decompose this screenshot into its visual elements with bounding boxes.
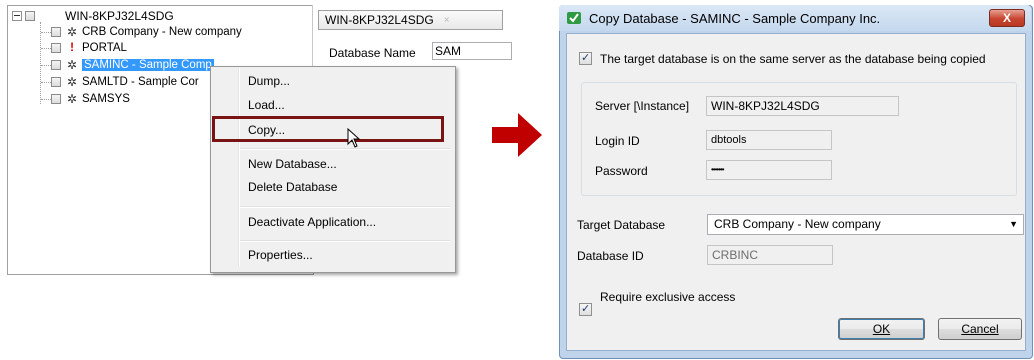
gear-icon: ✲: [66, 92, 78, 106]
login-label: Login ID: [595, 134, 640, 148]
tree-branch-line: [41, 64, 51, 66]
tree-branch-line: [41, 31, 51, 33]
tree-branch-line: [41, 81, 51, 83]
tree-item-samltd[interactable]: ✲ SAMLTD - Sample Cor: [41, 75, 199, 89]
tree-item-checkbox[interactable]: [51, 43, 61, 53]
tree-root-checkbox[interactable]: [25, 11, 35, 21]
chevron-down-icon[interactable]: ▼: [1009, 215, 1018, 234]
database-name-field[interactable]: SAM: [432, 42, 512, 60]
tab-server-label: WIN-8KPJ32L4SDG: [325, 13, 434, 27]
ok-button[interactable]: OK: [838, 318, 925, 340]
cancel-button[interactable]: Cancel: [938, 318, 1022, 340]
server-label: Server [\Instance]: [595, 99, 690, 113]
tree-item-checkbox[interactable]: [51, 94, 61, 104]
menu-item-load[interactable]: Load...: [248, 98, 285, 112]
menu-separator: [240, 206, 450, 208]
tree-item-saminc[interactable]: ✲ SAMINC - Sample Comp: [41, 58, 214, 72]
password-field[interactable]: •••••••: [706, 160, 832, 180]
menu-item-dump[interactable]: Dump...: [248, 74, 290, 88]
menu-item-properties[interactable]: Properties...: [248, 248, 313, 262]
tree-root-label: WIN-8KPJ32L4SDG: [65, 9, 174, 23]
target-database-value: CRB Company - New company: [714, 217, 881, 231]
tree-item-portal[interactable]: ! PORTAL: [41, 41, 127, 55]
database-name-label: Database Name: [329, 46, 416, 60]
mouse-pointer-icon: [347, 128, 361, 148]
tree-item-label: CRB Company - New company: [82, 26, 242, 38]
menu-item-deactivate[interactable]: Deactivate Application...: [248, 215, 376, 229]
dialog-title: Copy Database - SAMINC - Sample Company …: [589, 11, 881, 26]
app-logo-icon: [567, 12, 581, 24]
tree-item-label: PORTAL: [82, 42, 127, 54]
tree-item-label: SAMLTD - Sample Cor: [82, 76, 199, 88]
tree-item-crb[interactable]: ✲ CRB Company - New company: [41, 25, 242, 39]
copy-highlight-frame: [212, 116, 444, 142]
exclusive-access-label: Require exclusive access: [600, 290, 736, 304]
login-field[interactable]: dbtools: [706, 130, 832, 150]
tree-item-label: SAMINC - Sample Comp: [82, 59, 214, 71]
same-server-label: The target database is on the same serve…: [600, 52, 986, 66]
exclamation-icon: !: [70, 42, 74, 54]
same-server-checkbox[interactable]: [579, 51, 592, 65]
tree-item-samsys[interactable]: ✲ SAMSYS: [41, 92, 130, 106]
server-field[interactable]: WIN-8KPJ32L4SDG: [706, 96, 899, 116]
target-database-dropdown[interactable]: CRB Company - New company ▼: [707, 214, 1024, 235]
database-id-label: Database ID: [577, 249, 644, 263]
menu-item-delete-database[interactable]: Delete Database: [248, 180, 337, 194]
menu-item-new-database[interactable]: New Database...: [248, 157, 337, 171]
close-button[interactable]: X: [989, 9, 1025, 27]
right-arrow-icon: [492, 113, 542, 157]
gear-icon: ✲: [66, 75, 78, 89]
cancel-button-label: Cancel: [961, 322, 999, 336]
target-database-label: Target Database: [577, 218, 666, 232]
close-icon[interactable]: ×: [444, 15, 450, 26]
gear-icon: ✲: [66, 25, 78, 39]
menu-separator: [240, 240, 450, 242]
exclusive-access-checkbox[interactable]: [579, 302, 592, 316]
menu-separator: [240, 148, 450, 150]
tree-item-label: SAMSYS: [82, 93, 130, 105]
menu-gutter: [238, 68, 240, 267]
ok-button-label: OK: [872, 322, 891, 336]
tree-item-checkbox[interactable]: [51, 60, 61, 70]
tree-branch-line: [41, 47, 51, 49]
gear-icon: ✲: [66, 58, 78, 72]
password-label: Password: [595, 164, 648, 178]
tree-branch-line: [41, 98, 51, 100]
tab-server[interactable]: WIN-8KPJ32L4SDG ×: [318, 10, 503, 30]
collapse-toggle-icon[interactable]: [12, 11, 22, 21]
tree-item-checkbox[interactable]: [51, 27, 61, 37]
tree-item-checkbox[interactable]: [51, 77, 61, 87]
database-id-field[interactable]: CRBINC: [707, 245, 833, 265]
tree-root-node[interactable]: WIN-8KPJ32L4SDG: [12, 8, 174, 24]
